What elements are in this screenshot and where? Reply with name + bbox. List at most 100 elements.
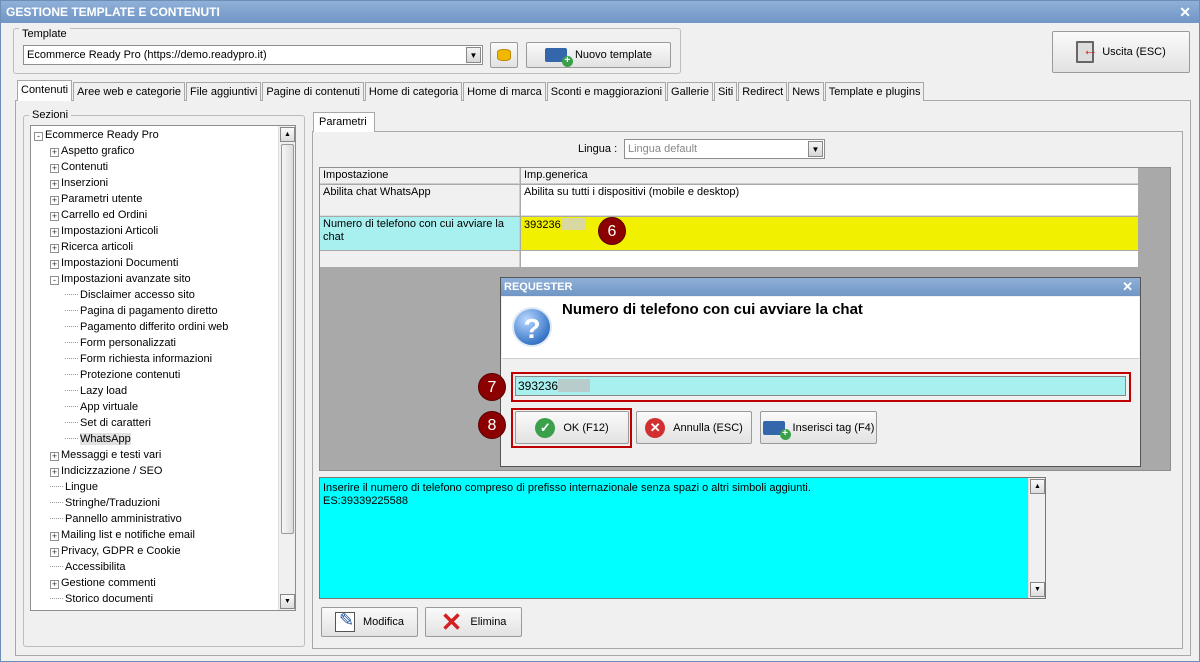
tab-sconti[interactable]: Sconti e maggiorazioni — [546, 82, 667, 101]
tree-item[interactable]: + Messaggi e testi vari — [50, 447, 161, 463]
tree-item[interactable]: Pannello amministrativo — [50, 511, 182, 527]
tree-connector — [65, 319, 78, 327]
row-value-cell[interactable]: Abilita su tutti i dispositivi (mobile e… — [521, 185, 1138, 216]
exit-button[interactable]: Uscita (ESC) — [1052, 31, 1190, 73]
delete-button[interactable]: ✕ Elimina — [425, 607, 522, 637]
tab-parametri[interactable]: Parametri — [313, 112, 375, 132]
collapse-icon[interactable]: - — [34, 132, 43, 141]
tree-item[interactable]: + Mailing list e notifiche email — [50, 527, 195, 543]
cancel-button[interactable]: ✕ Annulla (ESC) — [636, 411, 752, 444]
expand-icon[interactable]: + — [50, 180, 59, 189]
tab-gallerie[interactable]: Gallerie — [667, 82, 713, 101]
tree-item[interactable]: - Impostazioni avanzate sito — [50, 271, 191, 287]
collapse-icon[interactable]: - — [50, 276, 59, 285]
tree-connector — [50, 511, 63, 519]
expand-icon[interactable]: + — [50, 148, 59, 157]
sections-tree[interactable]: - Ecommerce Ready Pro + Aspetto grafico + Con… — [30, 125, 296, 611]
tree-item[interactable]: Form richiesta informazioni — [65, 351, 212, 367]
tree-item[interactable]: Form personalizzati — [65, 335, 176, 351]
empty-row-cell — [521, 251, 1138, 267]
scroll-down-icon[interactable]: ▼ — [1030, 582, 1045, 597]
tree-connector — [65, 303, 78, 311]
tree-item-label: Messaggi e testi vari — [61, 449, 162, 461]
tree-item[interactable]: Disclaimer accesso sito — [65, 287, 195, 303]
tree-scrollbar[interactable]: ▲ ▼ — [278, 126, 295, 610]
tree-item[interactable]: + Impostazioni Documenti — [50, 255, 178, 271]
tree-item[interactable]: + Impostazioni Articoli — [50, 223, 158, 239]
close-icon[interactable]: ✕ — [1179, 1, 1191, 23]
tab-home-marca[interactable]: Home di marca — [463, 82, 546, 101]
tree-item[interactable]: + Gestione commenti — [50, 575, 156, 591]
tree-item[interactable]: + Parametri utente — [50, 191, 142, 207]
help-text-area[interactable]: Inserire il numero di telefono compreso … — [319, 477, 1046, 599]
tree-item[interactable]: + Carrello ed Ordini — [50, 207, 147, 223]
expand-icon[interactable]: + — [50, 228, 59, 237]
expand-icon[interactable]: + — [50, 580, 59, 589]
tree-item[interactable]: + Aspetto grafico — [50, 143, 134, 159]
tree-item[interactable]: Storico documenti — [50, 591, 153, 607]
scroll-up-icon[interactable]: ▲ — [1030, 479, 1045, 494]
tab-file-aggiuntivi[interactable]: File aggiuntivi — [186, 82, 262, 101]
tree-item-label: Impostazioni Documenti — [61, 257, 179, 269]
tree-item[interactable]: Lingue — [50, 479, 98, 495]
tree-item-label: Form personalizzati — [80, 337, 176, 349]
tree-connector — [65, 431, 78, 439]
row-setting-cell: Numero di telefono con cui avviare la ch… — [320, 217, 520, 250]
expand-icon[interactable]: + — [50, 548, 59, 557]
tree-item[interactable]: Lazy load — [65, 383, 127, 399]
chevron-down-icon[interactable]: ▼ — [808, 141, 823, 157]
expand-icon[interactable]: + — [50, 468, 59, 477]
window-title: GESTIONE TEMPLATE E CONTENUTI — [6, 5, 220, 19]
edit-icon — [335, 610, 356, 632]
new-template-button[interactable]: Nuovo template — [526, 42, 671, 68]
tree-item[interactable]: App virtuale — [65, 399, 138, 415]
tree-item-label: WhatsApp — [80, 433, 131, 445]
tab-news[interactable]: News — [788, 82, 824, 101]
tree-item-label: Privacy, GDPR e Cookie — [61, 545, 181, 557]
col-header-imp-generica: Imp.generica — [521, 168, 1138, 184]
expand-icon[interactable]: + — [50, 244, 59, 253]
tree-item[interactable]: Pagina di pagamento diretto — [65, 303, 218, 319]
close-icon[interactable]: ✕ — [1122, 278, 1133, 296]
tab-redirect[interactable]: Redirect — [738, 82, 788, 101]
tree-item[interactable]: + Inserzioni — [50, 175, 108, 191]
expand-icon[interactable]: + — [50, 212, 59, 221]
edit-label: Modifica — [363, 616, 404, 628]
tab-template-plugins[interactable]: Template e plugins — [824, 82, 925, 101]
cancel-label: Annulla (ESC) — [673, 421, 743, 434]
help-scrollbar[interactable]: ▲ ▼ — [1028, 478, 1045, 598]
tree-item[interactable]: Stringhe/Traduzioni — [50, 495, 160, 511]
tab-contenuti[interactable]: Contenuti — [17, 80, 73, 101]
tab-home-categoria[interactable]: Home di categoria — [364, 82, 463, 101]
tree-item[interactable]: + Contenuti — [50, 159, 108, 175]
tab-aree-web[interactable]: Aree web e categorie — [73, 82, 186, 101]
template-select[interactable]: Ecommerce Ready Pro (https://demo.readyp… — [23, 45, 483, 65]
expand-icon[interactable]: + — [50, 452, 59, 461]
expand-icon[interactable]: + — [50, 196, 59, 205]
tree-item[interactable]: + Privacy, GDPR e Cookie — [50, 543, 181, 559]
insert-tag-button[interactable]: Inserisci tag (F4) — [760, 411, 877, 444]
scroll-down-icon[interactable]: ▼ — [280, 594, 295, 609]
expand-icon[interactable]: + — [50, 164, 59, 173]
tree-item[interactable]: Set di caratteri — [65, 415, 151, 431]
tree-item[interactable]: Pagamento differito ordini web — [65, 319, 228, 335]
database-button[interactable] — [490, 42, 518, 68]
tab-siti[interactable]: Siti — [713, 82, 738, 101]
tree-item[interactable]: + Ricerca articoli — [50, 239, 133, 255]
expand-icon[interactable]: + — [50, 260, 59, 269]
tab-pagine-contenuti[interactable]: Pagine di contenuti — [262, 82, 364, 101]
chevron-down-icon[interactable]: ▼ — [466, 47, 481, 63]
tree-item[interactable]: - Ecommerce Ready Pro — [34, 127, 159, 143]
lingua-select[interactable]: Lingua default ▼ — [624, 139, 825, 159]
new-template-label: Nuovo template — [574, 49, 653, 61]
expand-icon[interactable]: + — [50, 532, 59, 541]
edit-button[interactable]: Modifica — [321, 607, 418, 637]
tree-connector — [65, 287, 78, 295]
tree-item[interactable]: Accessibilita — [50, 559, 126, 575]
requester-header: ? Numero di telefono con cui avviare la … — [502, 297, 1139, 359]
scroll-thumb[interactable] — [281, 144, 294, 534]
tree-item[interactable]: Protezione contenuti — [65, 367, 180, 383]
tree-item[interactable]: WhatsApp — [65, 431, 131, 447]
tree-item[interactable]: + Indicizzazione / SEO — [50, 463, 163, 479]
scroll-up-icon[interactable]: ▲ — [280, 127, 295, 142]
